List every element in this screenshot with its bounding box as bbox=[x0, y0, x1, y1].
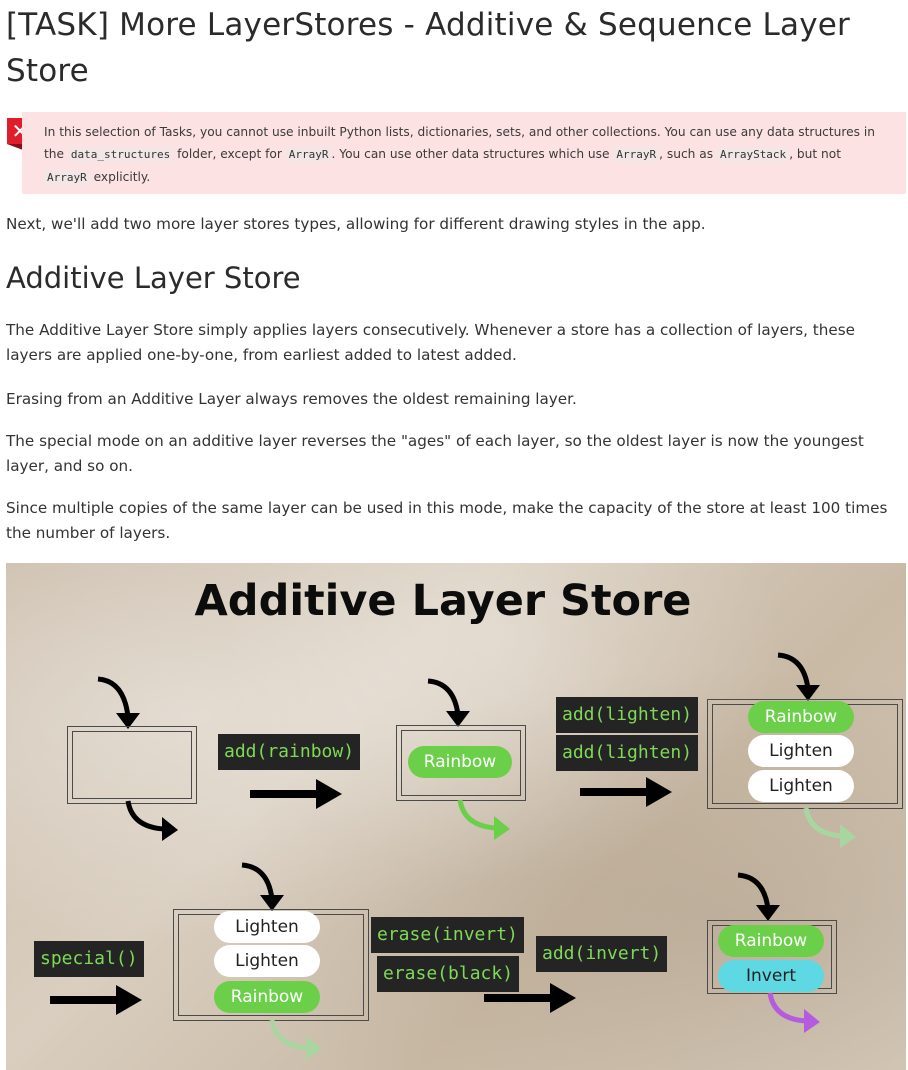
layer-lighten: Lighten bbox=[748, 770, 854, 802]
layer-lighten: Lighten bbox=[748, 735, 854, 767]
in-arrow-icon bbox=[97, 676, 140, 729]
code-arrayr: ArrayR bbox=[44, 170, 90, 185]
code-arrayr: ArrayR bbox=[613, 147, 660, 162]
out-arrow-icon bbox=[125, 800, 178, 841]
op-special: special() bbox=[34, 941, 144, 977]
code-arrayr: ArrayR bbox=[285, 147, 332, 162]
paragraph-2: Erasing from an Additive Layer always re… bbox=[6, 390, 577, 408]
in-arrow-icon bbox=[777, 652, 820, 701]
right-arrow-icon bbox=[250, 779, 342, 809]
alert-text: In this selection of Tasks, you cannot u… bbox=[44, 125, 875, 185]
section-heading: Additive Layer Store bbox=[6, 261, 301, 295]
paragraph-4: Since multiple copies of the same layer … bbox=[6, 499, 888, 542]
right-arrow-icon bbox=[50, 985, 142, 1015]
right-arrow-icon bbox=[484, 983, 576, 1013]
op-add-lighten: add(lighten) bbox=[556, 697, 699, 733]
layer-lighten: Lighten bbox=[214, 911, 320, 943]
diagram-title: Additive Layer Store bbox=[194, 576, 692, 626]
code-data-structures: data_structures bbox=[67, 147, 174, 162]
out-arrow-icon bbox=[767, 992, 820, 1033]
paragraph-3: The special mode on an additive layer re… bbox=[6, 432, 864, 475]
layer-store-box bbox=[67, 726, 197, 804]
right-arrow-icon bbox=[580, 777, 672, 807]
out-arrow-icon bbox=[803, 807, 856, 848]
layer-rainbow: Rainbow bbox=[214, 981, 320, 1013]
layer-rainbow: Rainbow bbox=[718, 925, 824, 957]
code-arraystack: ArrayStack bbox=[716, 147, 790, 162]
layer-invert: Invert bbox=[718, 960, 824, 992]
out-arrow-icon bbox=[457, 799, 510, 840]
op-add-lighten: add(lighten) bbox=[556, 735, 699, 771]
op-add-rainbow: add(rainbow) bbox=[218, 734, 361, 770]
intro-paragraph: Next, we'll add two more layer stores ty… bbox=[6, 215, 706, 233]
in-arrow-icon bbox=[737, 872, 780, 921]
layer-rainbow: Rainbow bbox=[408, 746, 512, 778]
paragraph-1: The Additive Layer Store simply applies … bbox=[6, 321, 855, 364]
in-arrow-icon bbox=[427, 678, 470, 727]
page-title: [TASK] More LayerStores - Additive & Seq… bbox=[6, 7, 850, 89]
layer-lighten: Lighten bbox=[214, 945, 320, 977]
warning-alert: In this selection of Tasks, you cannot u… bbox=[22, 112, 906, 194]
additive-layer-store-diagram: Additive Layer Store add(rainbow) Rainbo… bbox=[6, 563, 906, 1070]
layer-rainbow: Rainbow bbox=[748, 701, 854, 733]
op-add-invert: add(invert) bbox=[536, 936, 668, 972]
in-arrow-icon bbox=[241, 862, 284, 911]
out-arrow-icon bbox=[269, 1019, 322, 1060]
op-erase-invert: erase(invert) bbox=[371, 917, 524, 953]
